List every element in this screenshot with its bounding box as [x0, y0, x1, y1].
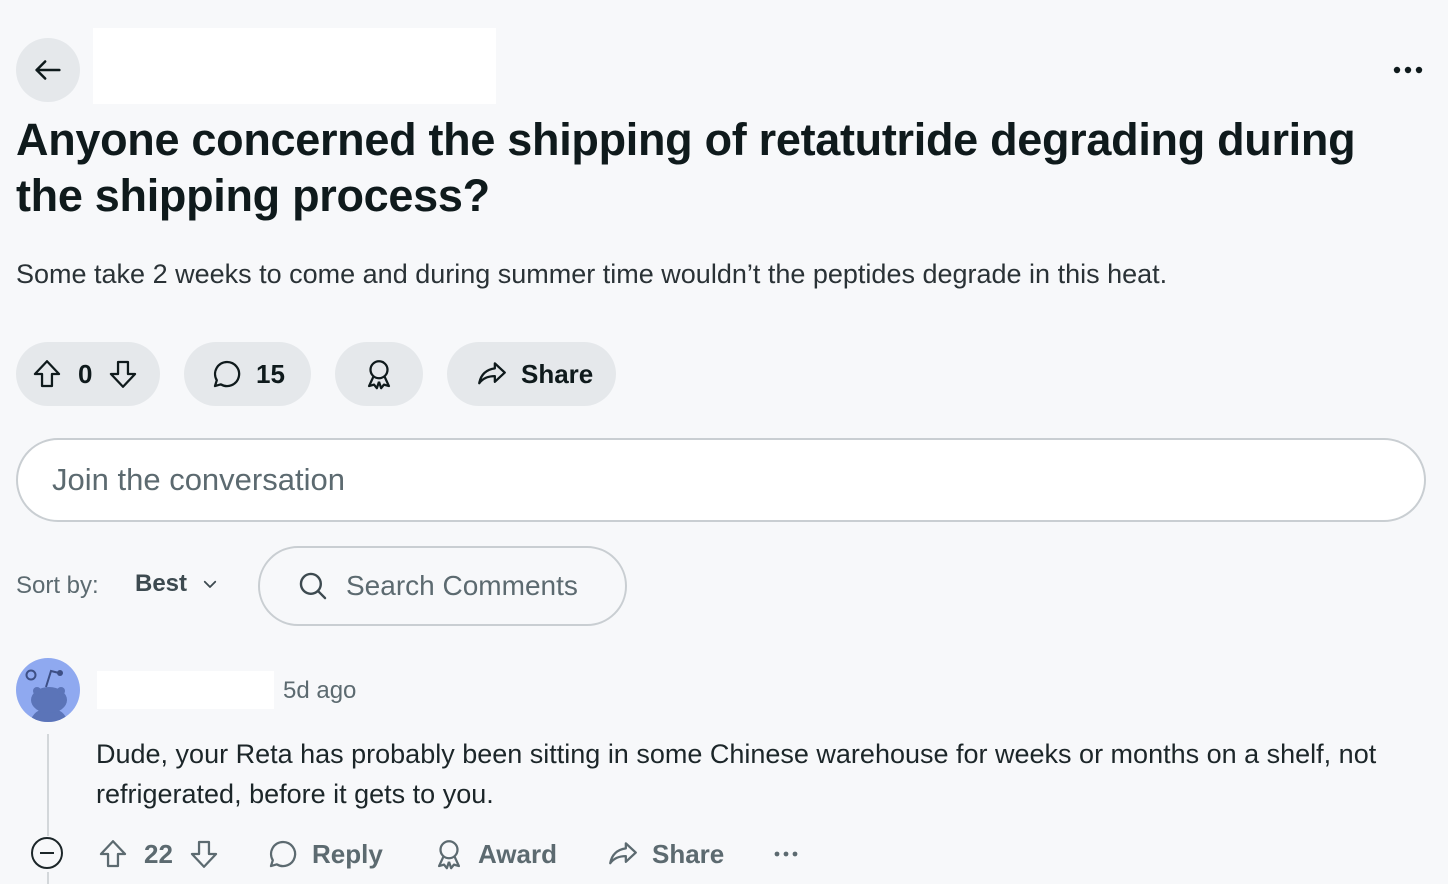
- redacted-subreddit-header: [93, 28, 496, 104]
- share-label: Share: [521, 358, 594, 389]
- join-conversation-input[interactable]: Join the conversation: [16, 438, 1426, 522]
- chevron-down-icon: [201, 575, 219, 593]
- search-comments-input[interactable]: Search Comments: [258, 546, 627, 626]
- search-placeholder: Search Comments: [346, 570, 578, 601]
- upvote-icon[interactable]: [30, 357, 64, 391]
- award-button[interactable]: [335, 342, 423, 406]
- minus-icon: [40, 852, 54, 854]
- share-icon: [475, 357, 509, 391]
- sort-selected: Best: [135, 570, 188, 597]
- share-comment-button[interactable]: Share: [606, 834, 724, 874]
- comment-more-button[interactable]: [774, 834, 798, 874]
- search-icon: [296, 569, 330, 603]
- avatar[interactable]: [16, 658, 80, 722]
- reply-label: Reply: [312, 838, 383, 869]
- share-icon: [606, 837, 640, 871]
- downvote-icon[interactable]: [106, 357, 140, 391]
- comments-button[interactable]: 15: [184, 342, 311, 406]
- comment-score: 22: [144, 838, 173, 869]
- post-body: Some take 2 weeks to come and during sum…: [16, 259, 1168, 289]
- award-comment-button[interactable]: Award: [432, 834, 557, 874]
- downvote-icon[interactable]: [187, 837, 221, 871]
- comment-vote-group: 22: [96, 834, 221, 874]
- comment-icon: [266, 837, 300, 871]
- collapse-thread-button[interactable]: [31, 837, 63, 869]
- back-button[interactable]: [16, 38, 80, 102]
- share-button[interactable]: Share: [447, 342, 616, 406]
- more-horizontal-icon: [1393, 66, 1423, 74]
- comment-count: 15: [256, 358, 285, 389]
- post-title: Anyone concerned the shipping of retatut…: [16, 114, 1356, 221]
- share-label: Share: [652, 838, 725, 869]
- redacted-username: [97, 671, 274, 709]
- comment-icon: [210, 357, 244, 391]
- award-icon: [432, 837, 466, 871]
- thread-line[interactable]: [47, 872, 49, 884]
- sort-dropdown[interactable]: Best: [135, 570, 219, 598]
- comment-timestamp: 5d ago: [283, 677, 357, 704]
- upvote-icon[interactable]: [96, 837, 130, 871]
- award-icon: [362, 357, 396, 391]
- more-horizontal-icon: [774, 850, 798, 858]
- award-label: Award: [478, 838, 557, 869]
- join-placeholder: Join the conversation: [52, 462, 345, 497]
- post-vote-group: 0: [16, 342, 160, 406]
- sort-label: Sort by:: [16, 572, 99, 599]
- post-vote-count: 0: [78, 358, 93, 389]
- arrow-left-icon: [31, 53, 65, 87]
- reply-button[interactable]: Reply: [266, 834, 383, 874]
- comment-body: Dude, your Reta has probably been sittin…: [96, 739, 1377, 809]
- thread-line[interactable]: [47, 734, 49, 836]
- more-options-button[interactable]: [1388, 56, 1428, 84]
